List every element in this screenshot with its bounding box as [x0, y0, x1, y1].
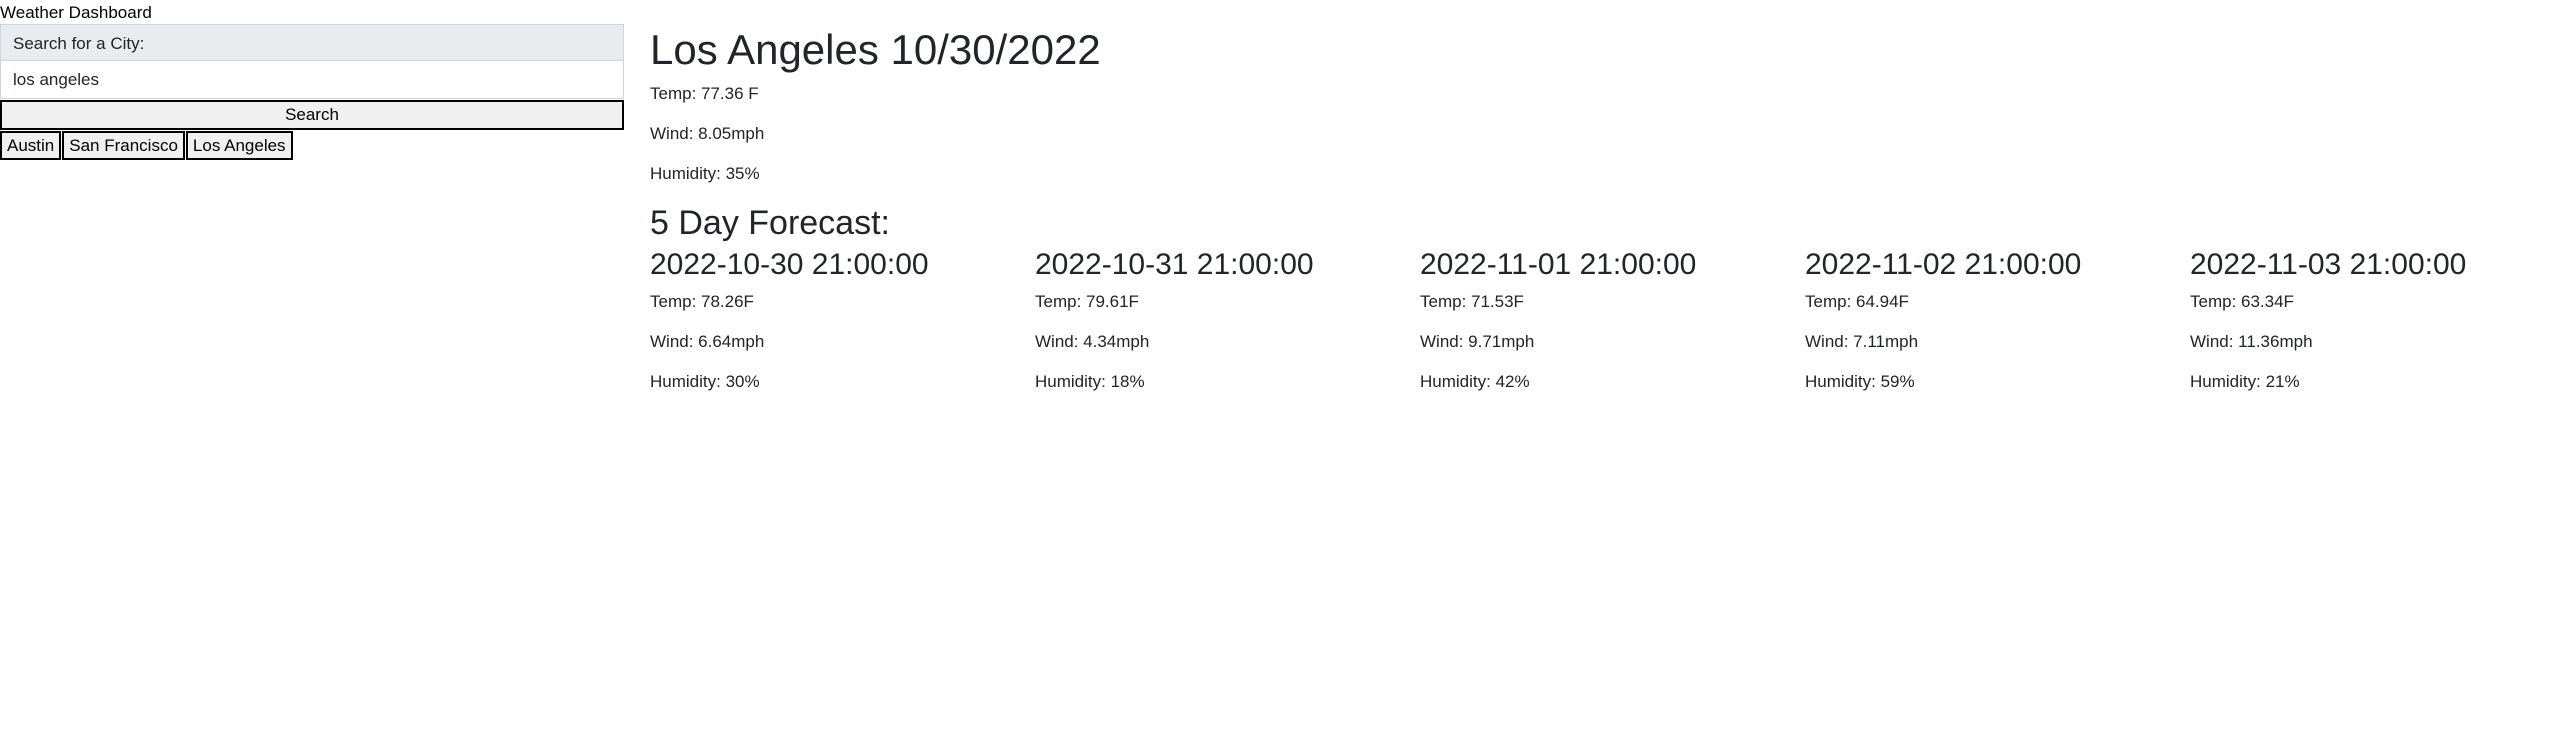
forecast-humidity: Humidity: 18% [1035, 372, 1145, 391]
history-button-austin[interactable]: Austin [0, 131, 62, 160]
current-weather: Los Angeles 10/30/2022 Temp: 77.36 F Win… [650, 24, 2550, 184]
current-wind: Wind: 8.05mph [650, 124, 765, 143]
forecast-humidity: Humidity: 30% [650, 372, 760, 391]
forecast-wind: Wind: 4.34mph [1035, 332, 1150, 351]
forecast-day: 2022-10-31 21:00:00 Temp: 79.61F Wind: 4… [1035, 246, 1420, 392]
forecast-wind: Wind: 7.11mph [1805, 332, 1919, 351]
forecast-date: 2022-11-02 21:00:00 [1805, 248, 2082, 281]
forecast-date: 2022-11-01 21:00:00 [1420, 248, 1697, 281]
history-button-los-angeles[interactable]: Los Angeles [185, 131, 293, 160]
history-button-san-francisco[interactable]: San Francisco [62, 131, 185, 160]
current-temp: Temp: 77.36 F [650, 84, 759, 103]
forecast-temp: Temp: 71.53F [1420, 292, 1524, 311]
forecast-wind: Wind: 9.71mph [1420, 332, 1535, 351]
forecast-date: 2022-11-03 21:00:00 [2190, 248, 2467, 281]
search-input[interactable] [0, 61, 624, 99]
forecast-temp: Temp: 78.26F [650, 292, 754, 311]
forecast-humidity: Humidity: 42% [1420, 372, 1530, 391]
forecast-humidity: Humidity: 21% [2190, 372, 2300, 391]
app-title: Weather Dashboard [0, 3, 152, 22]
current-city-title: Los Angeles 10/30/2022 [650, 26, 1101, 73]
forecast-day: 2022-11-01 21:00:00 Temp: 71.53F Wind: 9… [1420, 246, 1805, 392]
forecast-humidity: Humidity: 59% [1805, 372, 1915, 391]
search-button[interactable]: Search [0, 100, 624, 130]
forecast-day: 2022-10-30 21:00:00 Temp: 78.26F Wind: 6… [650, 246, 1035, 392]
search-label: Search for a City: [0, 24, 624, 61]
search-history: Austin San Francisco Los Angeles [0, 131, 624, 160]
forecast-temp: Temp: 64.94F [1805, 292, 1909, 311]
forecast-heading: 5 Day Forecast: [650, 204, 890, 242]
forecast-wind: Wind: 6.64mph [650, 332, 765, 351]
search-panel: Search for a City: Search Austin San Fra… [0, 24, 624, 160]
forecast-date: 2022-10-30 21:00:00 [650, 248, 929, 281]
weather-main: Los Angeles 10/30/2022 Temp: 77.36 F Win… [650, 24, 2550, 392]
forecast-temp: Temp: 79.61F [1035, 292, 1139, 311]
forecast-day: 2022-11-02 21:00:00 Temp: 64.94F Wind: 7… [1805, 246, 2190, 392]
forecast-temp: Temp: 63.34F [2190, 292, 2294, 311]
forecast-wind: Wind: 11.36mph [2190, 332, 2313, 351]
forecast-day: 2022-11-03 21:00:00 Temp: 63.34F Wind: 1… [2190, 246, 2572, 392]
current-humidity: Humidity: 35% [650, 164, 760, 183]
forecast-list: 2022-10-30 21:00:00 Temp: 78.26F Wind: 6… [650, 246, 2550, 392]
forecast-date: 2022-10-31 21:00:00 [1035, 248, 1314, 281]
